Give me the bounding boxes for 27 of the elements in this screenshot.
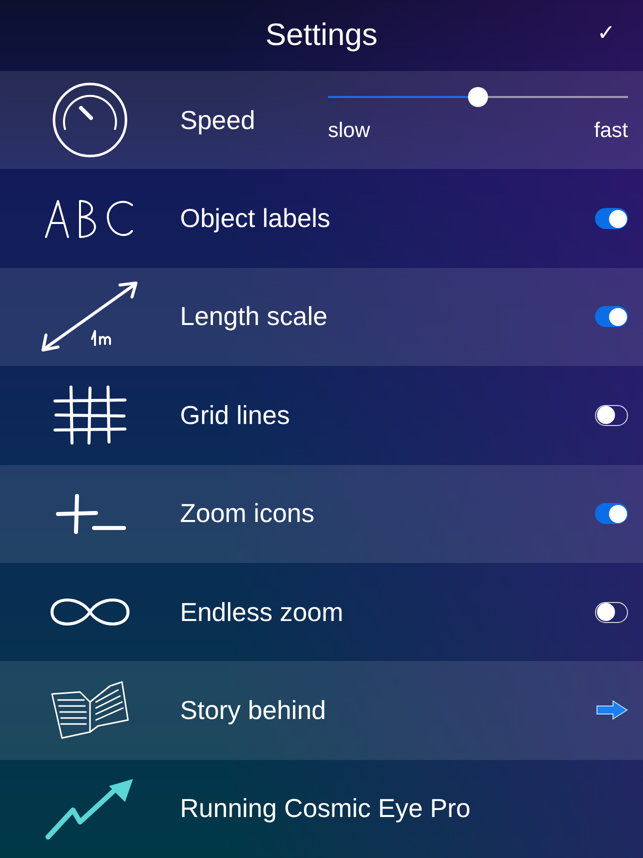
setting-label: Grid lines — [180, 398, 291, 432]
slider-thumb[interactable] — [468, 87, 488, 108]
speed-slider[interactable] — [328, 87, 628, 108]
slider-max-label: fast — [594, 118, 628, 144]
slider-min-label: slow — [328, 118, 370, 144]
toggle-switch[interactable] — [595, 602, 628, 623]
toggle-switch[interactable] — [595, 306, 628, 328]
screen-title: Settings — [265, 16, 378, 54]
done-button[interactable]: ✓ — [593, 22, 619, 44]
toggle-switch[interactable] — [595, 503, 628, 524]
plus-minus-icon — [54, 494, 126, 534]
setting-label: Zoom icons — [180, 497, 316, 530]
toggle-switch[interactable] — [595, 208, 628, 230]
forward-arrow-icon[interactable] — [596, 700, 628, 720]
setting-label: Speed — [180, 104, 256, 137]
trend-arrow-icon — [45, 778, 135, 840]
setting-label: Story behind — [180, 694, 327, 727]
setting-label: Length scale — [180, 300, 328, 334]
setting-label: Running Cosmic Eye Pro — [180, 792, 472, 826]
book-icon — [50, 680, 130, 740]
toggle-switch[interactable] — [595, 404, 628, 426]
ruler-arrow-icon — [40, 280, 140, 353]
setting-label: Endless zoom — [180, 596, 344, 629]
gauge-icon — [51, 81, 129, 160]
grid-icon — [53, 385, 127, 446]
setting-label: Object labels — [180, 202, 332, 236]
letters-icon — [44, 198, 136, 239]
